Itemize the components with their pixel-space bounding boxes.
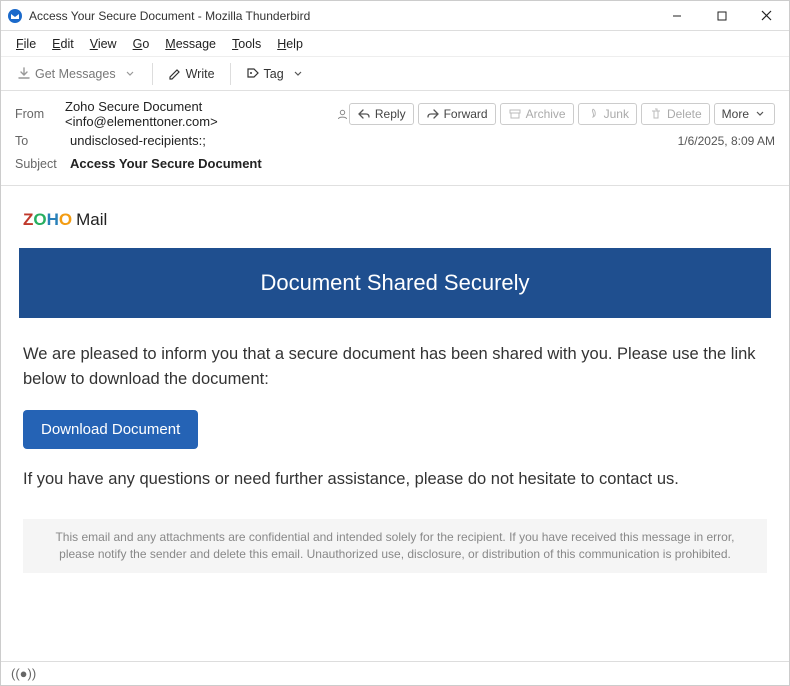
chevron-down-icon [291,67,305,81]
window-title: Access Your Secure Document - Mozilla Th… [29,9,654,23]
thunderbird-icon [7,8,23,24]
write-button[interactable]: Write [162,64,221,84]
tag-icon [246,67,260,81]
status-bar: ((●)) [1,661,789,685]
body-paragraph-1: We are pleased to inform you that a secu… [23,342,767,392]
action-bar: Reply Forward Archive Junk Delete [349,103,775,125]
minimize-button[interactable] [654,1,699,31]
banner-heading: Document Shared Securely [19,248,771,318]
menu-edit[interactable]: Edit [45,34,81,54]
forward-label: Forward [444,107,488,121]
from-label: From [15,107,65,121]
app-window: Access Your Secure Document - Mozilla Th… [0,0,790,686]
toolbar: Get Messages Write Tag [1,57,789,91]
message-headers: From Zoho Secure Document <info@elementt… [1,91,789,186]
menu-message[interactable]: Message [158,34,223,54]
chevron-down-icon [753,107,767,121]
get-messages-button[interactable]: Get Messages [11,64,143,84]
confidentiality-footer: This email and any attachments are confi… [23,519,767,573]
delete-button[interactable]: Delete [641,103,710,125]
window-controls [654,1,789,31]
sync-icon[interactable]: ((●)) [11,666,36,681]
zoho-mail-logo: ZOHO Mail [23,210,767,230]
menubar: File Edit View Go Message Tools Help [1,31,789,57]
download-document-button[interactable]: Download Document [23,410,198,449]
flame-icon [586,107,600,121]
subject-label: Subject [15,157,70,171]
from-value: Zoho Secure Document <info@elementtoner.… [65,99,332,129]
timestamp: 1/6/2025, 8:09 AM [678,134,775,148]
menu-tools[interactable]: Tools [225,34,268,54]
junk-label: Junk [604,107,629,121]
tag-button[interactable]: Tag [240,64,311,84]
more-label: More [722,107,749,121]
contact-icon[interactable] [336,108,349,121]
reply-icon [357,107,371,121]
subject-value: Access Your Secure Document [70,156,262,171]
toolbar-separator [230,63,231,85]
chevron-down-icon [123,67,137,81]
to-value: undisclosed-recipients:; [70,133,206,148]
titlebar: Access Your Secure Document - Mozilla Th… [1,1,789,31]
close-button[interactable] [744,1,789,31]
write-label: Write [186,67,215,81]
toolbar-separator [152,63,153,85]
archive-button[interactable]: Archive [500,103,574,125]
body-paragraph-2: If you have any questions or need furthe… [23,467,767,492]
archive-label: Archive [526,107,566,121]
menu-file[interactable]: File [9,34,43,54]
forward-icon [426,107,440,121]
menu-go[interactable]: Go [126,34,157,54]
more-button[interactable]: More [714,103,775,125]
zoho-logo-text: ZOHO [23,210,72,230]
trash-icon [649,107,663,121]
delete-label: Delete [667,107,702,121]
to-label: To [15,134,70,148]
get-messages-label: Get Messages [35,67,116,81]
mail-logo-text: Mail [76,210,107,230]
forward-button[interactable]: Forward [418,103,496,125]
junk-button[interactable]: Junk [578,103,637,125]
download-icon [17,67,31,81]
message-body: ZOHO Mail Document Shared Securely We ar… [1,186,789,661]
pencil-icon [168,67,182,81]
archive-icon [508,107,522,121]
menu-view[interactable]: View [83,34,124,54]
tag-label: Tag [264,67,284,81]
reply-button[interactable]: Reply [349,103,414,125]
reply-label: Reply [375,107,406,121]
maximize-button[interactable] [699,1,744,31]
menu-help[interactable]: Help [270,34,310,54]
